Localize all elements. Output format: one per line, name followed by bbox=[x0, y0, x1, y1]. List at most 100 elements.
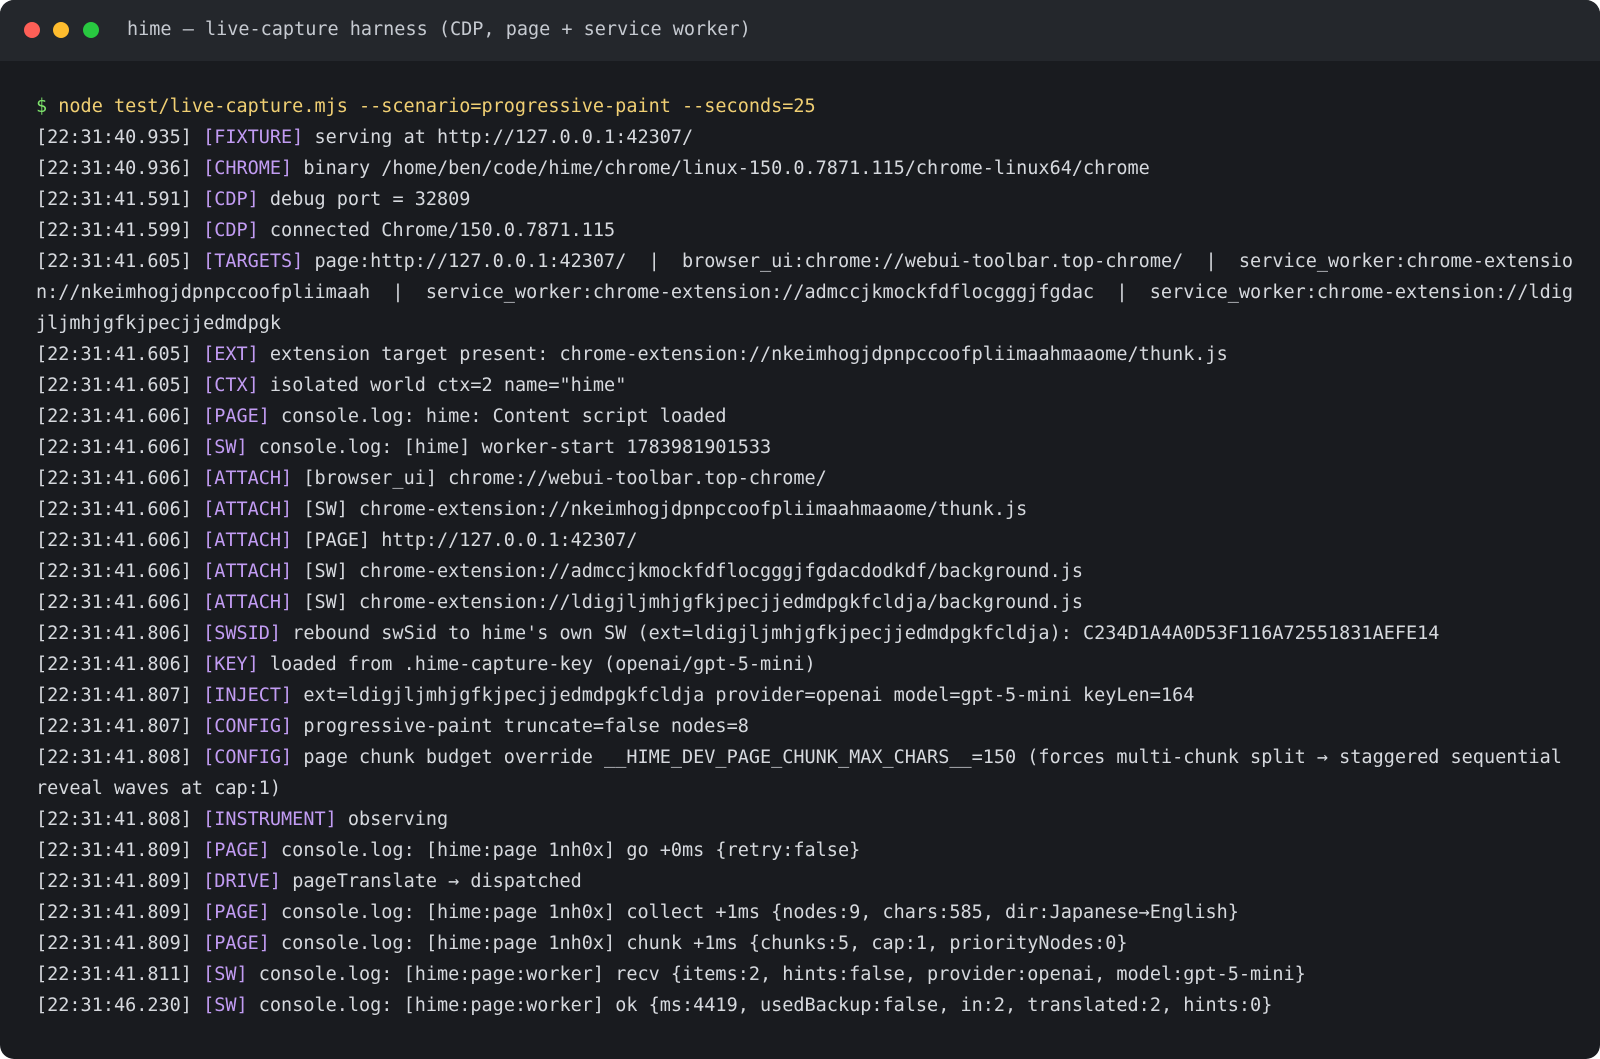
log-tag: [TARGETS] bbox=[203, 251, 304, 272]
log-timestamp: [22:31:46.230] bbox=[36, 995, 192, 1016]
log-message: console.log: [hime:page 1nh0x] collect +… bbox=[281, 902, 1239, 923]
log-tag: [PAGE] bbox=[203, 933, 270, 954]
log-tag: [PAGE] bbox=[203, 406, 270, 427]
log-tag: [SW] bbox=[203, 995, 248, 1016]
log-tag: [CONFIG] bbox=[203, 747, 293, 768]
log-tag: [PAGE] bbox=[203, 902, 270, 923]
log-timestamp: [22:31:41.599] bbox=[36, 220, 192, 241]
log-line: [22:31:41.605] [CTX] isolated world ctx=… bbox=[36, 370, 1576, 401]
log-message: ext=ldigjljmhjgfkjpecjjedmdpgkfcldja pro… bbox=[303, 685, 1195, 706]
log-timestamp: [22:31:41.606] bbox=[36, 406, 192, 427]
close-window-button[interactable] bbox=[24, 22, 40, 38]
log-line: [22:31:40.935] [FIXTURE] serving at http… bbox=[36, 122, 1576, 153]
log-message: [SW] chrome-extension://nkeimhogjdpnpcco… bbox=[303, 499, 1028, 520]
log-line: [22:31:41.599] [CDP] connected Chrome/15… bbox=[36, 215, 1576, 246]
log-tag: [CTX] bbox=[203, 375, 259, 396]
log-message: console.log: [hime:page 1nh0x] chunk +1m… bbox=[281, 933, 1128, 954]
log-tag: [FIXTURE] bbox=[203, 127, 304, 148]
log-tag: [ATTACH] bbox=[203, 499, 293, 520]
log-tag: [CDP] bbox=[203, 220, 259, 241]
log-timestamp: [22:31:41.809] bbox=[36, 871, 192, 892]
log-line: [22:31:41.606] [PAGE] console.log: hime:… bbox=[36, 401, 1576, 432]
log-message: connected Chrome/150.0.7871.115 bbox=[269, 220, 616, 241]
log-line: [22:31:41.606] [ATTACH] [PAGE] http://12… bbox=[36, 525, 1576, 556]
log-timestamp: [22:31:41.807] bbox=[36, 685, 192, 706]
minimize-window-button[interactable] bbox=[53, 22, 69, 38]
log-message: pageTranslate → dispatched bbox=[292, 871, 582, 892]
log-tag: [KEY] bbox=[203, 654, 259, 675]
log-tag: [CDP] bbox=[203, 189, 259, 210]
log-line: [22:31:46.230] [SW] console.log: [hime:p… bbox=[36, 990, 1576, 1021]
log-tag: [INJECT] bbox=[203, 685, 293, 706]
log-line: [22:31:41.606] [ATTACH] [SW] chrome-exte… bbox=[36, 494, 1576, 525]
log-message: extension target present: chrome-extensi… bbox=[269, 344, 1228, 365]
log-timestamp: [22:31:41.809] bbox=[36, 840, 192, 861]
log-message: [browser_ui] chrome://webui-toolbar.top-… bbox=[303, 468, 827, 489]
log-line: [22:31:41.806] [SWSID] rebound swSid to … bbox=[36, 618, 1576, 649]
prompt-command: node test/live-capture.mjs --scenario=pr… bbox=[58, 96, 816, 117]
title-bar[interactable]: hime — live-capture harness (CDP, page +… bbox=[0, 0, 1600, 61]
log-message: observing bbox=[347, 809, 449, 830]
log-message: console.log: hime: Content script loaded bbox=[281, 406, 727, 427]
log-line: [22:31:41.809] [PAGE] console.log: [hime… bbox=[36, 897, 1576, 928]
log-line: [22:31:41.808] [CONFIG] page chunk budge… bbox=[36, 742, 1576, 804]
log-line: [22:31:41.806] [KEY] loaded from .hime-c… bbox=[36, 649, 1576, 680]
log-line: [22:31:41.811] [SW] console.log: [hime:p… bbox=[36, 959, 1576, 990]
log-message: console.log: [hime:page:worker] ok {ms:4… bbox=[258, 995, 1273, 1016]
log-tag: [ATTACH] bbox=[203, 592, 293, 613]
log-tag: [DRIVE] bbox=[203, 871, 282, 892]
prompt-line: $ node test/live-capture.mjs --scenario=… bbox=[36, 91, 1576, 122]
log-timestamp: [22:31:41.809] bbox=[36, 933, 192, 954]
log-line: [22:31:41.807] [CONFIG] progressive-pain… bbox=[36, 711, 1576, 742]
log-tag: [ATTACH] bbox=[203, 530, 293, 551]
log-message: isolated world ctx=2 name="hime" bbox=[269, 375, 627, 396]
log-tag: [INSTRUMENT] bbox=[203, 809, 337, 830]
log-tag: [SW] bbox=[203, 964, 248, 985]
log-timestamp: [22:31:41.605] bbox=[36, 251, 192, 272]
log-timestamp: [22:31:41.808] bbox=[36, 809, 192, 830]
log-timestamp: [22:31:41.808] bbox=[36, 747, 192, 768]
log-timestamp: [22:31:41.606] bbox=[36, 561, 192, 582]
log-timestamp: [22:31:41.606] bbox=[36, 592, 192, 613]
log-line: [22:31:41.807] [INJECT] ext=ldigjljmhjgf… bbox=[36, 680, 1576, 711]
maximize-window-button[interactable] bbox=[83, 22, 99, 38]
log-tag: [SW] bbox=[203, 437, 248, 458]
log-timestamp: [22:31:41.806] bbox=[36, 654, 192, 675]
log-timestamp: [22:31:41.807] bbox=[36, 716, 192, 737]
log-tag: [SWSID] bbox=[203, 623, 282, 644]
prompt-symbol: $ bbox=[36, 96, 48, 117]
log-timestamp: [22:31:41.606] bbox=[36, 530, 192, 551]
log-timestamp: [22:31:41.811] bbox=[36, 964, 192, 985]
log-timestamp: [22:31:41.591] bbox=[36, 189, 192, 210]
log-timestamp: [22:31:41.605] bbox=[36, 344, 192, 365]
log-message: console.log: [hime:page 1nh0x] go +0ms {… bbox=[281, 840, 861, 861]
log-timestamp: [22:31:41.806] bbox=[36, 623, 192, 644]
log-timestamp: [22:31:40.936] bbox=[36, 158, 192, 179]
log-tag: [CHROME] bbox=[203, 158, 293, 179]
window-title: hime — live-capture harness (CDP, page +… bbox=[127, 19, 751, 40]
log-message: loaded from .hime-capture-key (openai/gp… bbox=[269, 654, 816, 675]
log-line: [22:31:41.606] [SW] console.log: [hime] … bbox=[36, 432, 1576, 463]
terminal-output[interactable]: $ node test/live-capture.mjs --scenario=… bbox=[36, 91, 1576, 1021]
log-line: [22:31:41.808] [INSTRUMENT] observing bbox=[36, 804, 1576, 835]
log-line: [22:31:41.606] [ATTACH] [SW] chrome-exte… bbox=[36, 587, 1576, 618]
log-message: debug port = 32809 bbox=[269, 189, 471, 210]
log-tag: [PAGE] bbox=[203, 840, 270, 861]
log-tag: [EXT] bbox=[203, 344, 259, 365]
log-timestamp: [22:31:41.606] bbox=[36, 468, 192, 489]
log-message: rebound swSid to hime's own SW (ext=ldig… bbox=[292, 623, 1440, 644]
log-tag: [CONFIG] bbox=[203, 716, 293, 737]
log-line: [22:31:41.606] [ATTACH] [browser_ui] chr… bbox=[36, 463, 1576, 494]
log-timestamp: [22:31:41.605] bbox=[36, 375, 192, 396]
log-message: binary /home/ben/code/hime/chrome/linux-… bbox=[303, 158, 1150, 179]
log-message: [SW] chrome-extension://ldigjljmhjgfkjpe… bbox=[303, 592, 1083, 613]
log-line: [22:31:41.809] [PAGE] console.log: [hime… bbox=[36, 928, 1576, 959]
log-line: [22:31:41.591] [CDP] debug port = 32809 bbox=[36, 184, 1576, 215]
log-message: serving at http://127.0.0.1:42307/ bbox=[314, 127, 694, 148]
log-line: [22:31:41.605] [EXT] extension target pr… bbox=[36, 339, 1576, 370]
log-message: console.log: [hime:page:worker] recv {it… bbox=[258, 964, 1306, 985]
log-line: [22:31:40.936] [CHROME] binary /home/ben… bbox=[36, 153, 1576, 184]
log-message: [PAGE] http://127.0.0.1:42307/ bbox=[303, 530, 638, 551]
log-message: [SW] chrome-extension://admccjkmockfdflo… bbox=[303, 561, 1083, 582]
log-timestamp: [22:31:40.935] bbox=[36, 127, 192, 148]
